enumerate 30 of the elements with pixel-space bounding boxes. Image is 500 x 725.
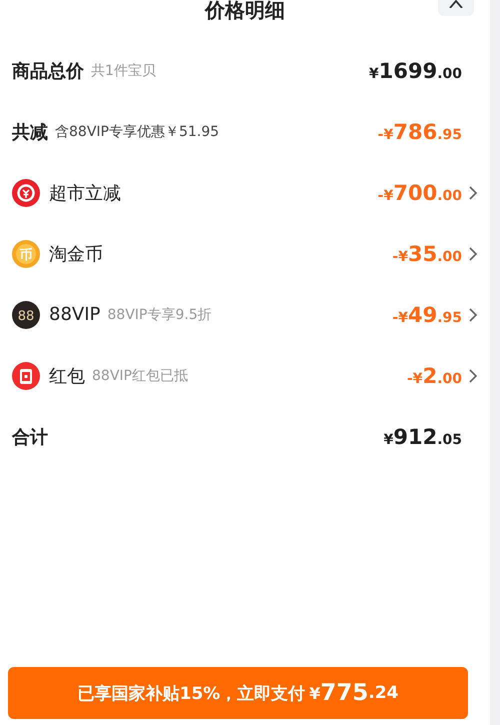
chevron-right-icon[interactable] [468, 308, 478, 322]
vip-icon: 88 [12, 300, 40, 328]
chevron-right-icon[interactable] [468, 186, 478, 200]
price-text: -¥35.00 [392, 242, 462, 266]
close-icon [449, 0, 463, 8]
row-label: 共减 [12, 120, 48, 144]
coin-icon: 币 [12, 240, 40, 268]
price-text: -¥49.95 [392, 302, 462, 326]
row-label: 商品总价 [12, 60, 84, 82]
coupon-icon [12, 178, 40, 206]
row-note: 共1件宝贝 [91, 62, 156, 80]
close-button[interactable] [438, 0, 474, 16]
envelope-icon [12, 362, 40, 390]
price-text: ¥912.05 [384, 424, 462, 448]
row-label: 88VIP [49, 304, 100, 325]
row-note: 含88VIP专享优惠￥51.95 [55, 122, 220, 140]
row-label: 红包 [49, 364, 85, 388]
price-text: -¥2.00 [407, 364, 462, 388]
price-text: -¥786.95 [378, 120, 462, 144]
row-note: 88VIP专享9.5折 [107, 306, 212, 324]
row-label: 合计 [12, 426, 48, 448]
row-label: 淘金币 [49, 242, 103, 266]
row-label: 超市立减 [49, 182, 121, 204]
pay-button[interactable]: 已享国家补贴15%，立即支付 ¥775.24 [8, 667, 468, 719]
sheet-title: 价格明细 [205, 0, 285, 22]
row-note: 88VIP红包已抵 [92, 366, 188, 384]
price-text: ¥1699.00 [368, 58, 462, 82]
chevron-right-icon[interactable] [468, 368, 478, 382]
chevron-right-icon[interactable] [468, 246, 478, 260]
price-text: -¥700.00 [378, 180, 462, 204]
